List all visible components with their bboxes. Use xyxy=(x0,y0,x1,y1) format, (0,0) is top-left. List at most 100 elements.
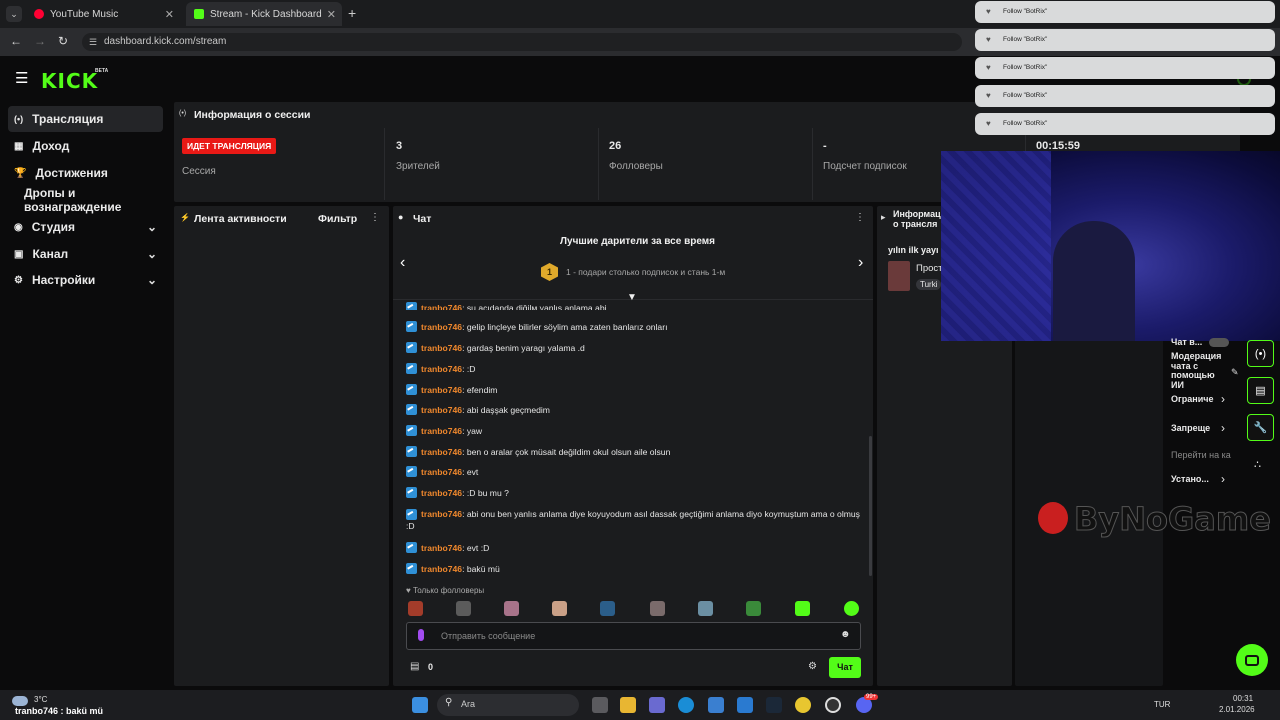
filter-button[interactable]: Фильтр xyxy=(318,213,357,225)
banned-link[interactable]: Запреще › xyxy=(1171,421,1231,437)
emote-icon[interactable] xyxy=(408,601,423,616)
app-icon[interactable] xyxy=(649,697,665,713)
notification-toast[interactable]: Follow "BotRix" xyxy=(975,1,1275,23)
back-icon[interactable]: ← xyxy=(10,34,22,48)
chat-username[interactable]: tranbo746 xyxy=(421,543,462,553)
studio-icon: ◉ xyxy=(14,221,23,233)
sidebar-item-label: Доход xyxy=(32,139,70,153)
clock-date[interactable]: 2.01.2026 xyxy=(1219,705,1255,714)
task-view-icon[interactable] xyxy=(592,697,608,713)
sidebar-item-studio[interactable]: ◉ Студия ⌄ xyxy=(8,214,163,240)
chat-username[interactable]: tranbo746 xyxy=(421,564,462,574)
more-vertical-icon[interactable]: ⋮ xyxy=(370,212,380,223)
windows-taskbar: 3°C tranbo746 : bakü mü ⚲ Ara TUR 00:31 … xyxy=(0,690,1280,720)
address-bar[interactable]: ☰ dashboard.kick.com/stream xyxy=(82,33,962,51)
emoji-icon[interactable]: ☻ xyxy=(840,629,851,640)
stream-tag[interactable]: Turki xyxy=(916,279,942,290)
emote-icon[interactable] xyxy=(456,601,471,616)
chat-username[interactable]: tranbo746 xyxy=(421,343,462,353)
obs-icon[interactable] xyxy=(825,697,841,713)
chat-username[interactable]: tranbo746 xyxy=(421,467,462,477)
chat-username[interactable]: tranbo746 xyxy=(421,426,462,436)
chevron-left-icon[interactable]: ‹ xyxy=(400,254,405,272)
tab-kick-dashboard[interactable]: Stream - Kick Dashboard ✕ xyxy=(186,2,342,26)
menu-icon[interactable]: ☰ xyxy=(15,69,28,87)
chat-message: tranbo746: :D xyxy=(406,363,868,375)
site-info-icon[interactable]: ☰ xyxy=(89,33,97,51)
gift-icon[interactable]: ▤ xyxy=(410,661,419,672)
chat-scrollbar[interactable] xyxy=(869,436,872,576)
emote-icon[interactable] xyxy=(698,601,713,616)
notification-toast[interactable]: Follow "BotRix" xyxy=(975,29,1275,51)
chrome-icon[interactable] xyxy=(795,697,811,713)
kick-logo[interactable]: KICK xyxy=(41,69,98,93)
chat-username[interactable]: tranbo746 xyxy=(421,405,462,415)
chat-username[interactable]: tranbo746 xyxy=(421,447,462,457)
chat-username[interactable]: tranbo746 xyxy=(421,322,462,332)
notification-toast[interactable]: Follow "BotRix" xyxy=(975,85,1275,107)
edge-icon[interactable] xyxy=(678,697,694,713)
chat-username[interactable]: tranbo746 xyxy=(421,509,462,519)
tab-search-button[interactable]: ⌄ xyxy=(6,6,22,22)
chat-toggle[interactable]: Чат в... xyxy=(1171,337,1231,349)
user-badge-icon xyxy=(406,302,417,310)
chat-username[interactable]: tranbo746 xyxy=(421,385,462,395)
emote-icon[interactable] xyxy=(746,601,761,616)
sidebar-item-broadcast[interactable]: (•) Трансляция xyxy=(8,106,163,132)
chat-input[interactable]: Отправить сообщение ☻ xyxy=(406,622,861,650)
wrench-tool-button[interactable]: 🔧 xyxy=(1247,414,1274,441)
close-icon[interactable]: ✕ xyxy=(165,8,174,21)
sidebar-item-drops[interactable]: Дропы и вознаграждение xyxy=(8,186,163,214)
restricted-link[interactable]: Ограниче › xyxy=(1171,392,1231,408)
chat-username[interactable]: tranbo746 xyxy=(421,488,462,498)
user-badge-icon xyxy=(406,509,417,521)
chat-username[interactable]: tranbo746 xyxy=(421,303,462,310)
reload-icon[interactable]: ↻ xyxy=(58,34,68,48)
clock-time[interactable]: 00:31 xyxy=(1233,694,1253,703)
mic-icon[interactable] xyxy=(418,629,424,641)
chat-username[interactable]: tranbo746 xyxy=(421,364,462,374)
notification-toast[interactable]: Follow "BotRix" xyxy=(975,57,1275,79)
store-icon[interactable] xyxy=(708,697,724,713)
layout-tool-button[interactable]: ▤ xyxy=(1247,377,1274,404)
edit-icon[interactable]: ✎ xyxy=(1231,367,1239,378)
emote-icon[interactable] xyxy=(844,601,859,616)
forward-icon[interactable]: → xyxy=(34,34,46,48)
language-indicator[interactable]: TUR xyxy=(1154,700,1170,709)
windows-start-icon[interactable] xyxy=(412,697,428,713)
sidebar-item-settings[interactable]: ⚙ Настройки ⌄ xyxy=(8,267,163,293)
chevron-right-icon[interactable]: › xyxy=(858,254,863,272)
support-chat-button[interactable] xyxy=(1236,644,1268,676)
close-icon[interactable]: ✕ xyxy=(327,8,336,21)
message-text: : abi daşşak geçmedim xyxy=(462,405,550,415)
sidebar-item-channel[interactable]: ▣ Канал ⌄ xyxy=(8,241,163,267)
emote-icon[interactable] xyxy=(552,601,567,616)
sidebar-item-achievements[interactable]: 🏆 Достижения xyxy=(8,160,163,186)
new-tab-button[interactable]: + xyxy=(348,5,356,21)
chat-message: tranbo746: abi onu ben yanlıs anlama diy… xyxy=(406,508,868,532)
notification-toast[interactable]: Follow "BotRix" xyxy=(975,113,1275,135)
tab-youtube-music[interactable]: YouTube Music ✕ xyxy=(26,2,180,26)
emote-icon[interactable] xyxy=(600,601,615,616)
taskbar-search[interactable]: ⚲ Ara xyxy=(437,694,579,716)
goto-channel-link[interactable]: Перейти на ка xyxy=(1171,450,1231,460)
more-vertical-icon[interactable]: ⋮ xyxy=(855,212,865,223)
viewers-label: Зрителей xyxy=(396,161,440,172)
send-chat-button[interactable]: Чат xyxy=(829,657,861,678)
steam-icon[interactable] xyxy=(766,697,782,713)
mail-icon[interactable] xyxy=(737,697,753,713)
user-badge-icon xyxy=(406,563,417,574)
broadcast-tool-button[interactable]: (•) xyxy=(1247,340,1274,367)
emote-icon[interactable] xyxy=(795,601,810,616)
toggle-switch[interactable] xyxy=(1209,338,1229,347)
divider xyxy=(598,128,599,200)
emote-icon[interactable] xyxy=(504,601,519,616)
chat-toggle-label: Чат в... xyxy=(1171,337,1203,347)
message-body: tranbo746: bakü mü xyxy=(421,563,500,575)
emote-icon[interactable] xyxy=(650,601,665,616)
chat-settings-icon[interactable]: ⚙ xyxy=(808,661,817,672)
sidebar-item-income[interactable]: ▦ Доход xyxy=(8,133,163,159)
file-explorer-icon[interactable] xyxy=(620,697,636,713)
mod-settings-link[interactable]: Устано... › xyxy=(1171,472,1231,488)
share-icon[interactable]: ∴ xyxy=(1254,458,1261,471)
